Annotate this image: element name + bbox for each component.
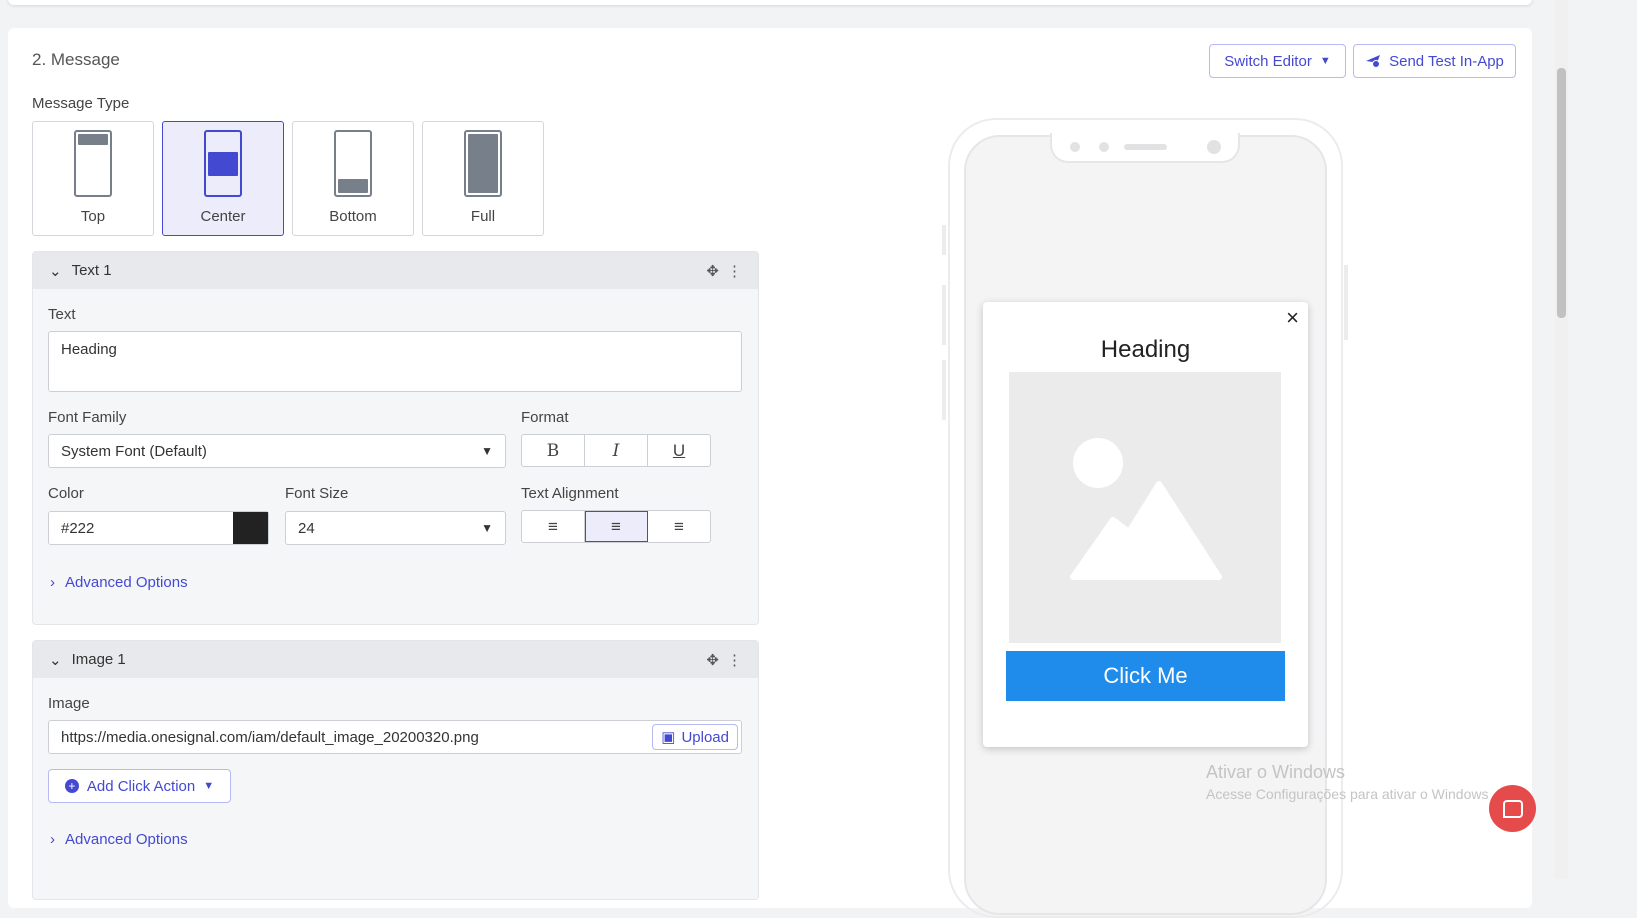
image-block-panel: ⌄ Image 1 ✥ ⋮ Image https://media.onesign… xyxy=(32,640,759,900)
volume-button xyxy=(942,225,946,255)
align-left-icon[interactable]: ≡ xyxy=(522,511,585,542)
message-type-full[interactable]: Full xyxy=(422,121,544,236)
image-block-header[interactable]: ⌄ Image 1 ✥ ⋮ xyxy=(33,641,758,678)
switch-editor-label: Switch Editor xyxy=(1224,52,1312,70)
front-camera-icon xyxy=(1207,140,1221,154)
image-url-input[interactable]: https://media.onesignal.com/iam/default_… xyxy=(48,720,742,754)
caret-down-icon: ▼ xyxy=(481,521,493,535)
message-type-center[interactable]: Center xyxy=(162,121,284,236)
font-size-label: Font Size xyxy=(285,485,349,502)
color-swatch[interactable] xyxy=(233,512,268,544)
format-label: Format xyxy=(521,409,569,426)
caret-down-icon: ▼ xyxy=(481,444,493,458)
bold-button[interactable]: B xyxy=(522,435,585,466)
option-label: Center xyxy=(200,208,246,225)
send-icon xyxy=(1366,55,1381,68)
caret-down-icon: ▼ xyxy=(203,780,215,792)
windows-watermark-subtitle: Acesse Configurações para ativar o Windo… xyxy=(1206,786,1489,802)
font-family-label: Font Family xyxy=(48,409,127,426)
close-icon[interactable]: × xyxy=(1286,305,1299,331)
advanced-label: Advanced Options xyxy=(65,831,188,848)
image-block-title: Image 1 xyxy=(71,651,126,668)
option-label: Full xyxy=(470,208,496,225)
upload-button[interactable]: ▣ Upload xyxy=(652,724,738,750)
in-app-message-preview: × Heading Click Me xyxy=(983,302,1308,747)
font-family-value: System Font (Default) xyxy=(61,442,207,460)
more-icon[interactable]: ⋮ xyxy=(727,262,742,280)
text-label: Text xyxy=(48,306,76,323)
chat-button[interactable] xyxy=(1489,785,1536,832)
upload-label: Upload xyxy=(681,728,729,746)
image-advanced-options[interactable]: › Advanced Options xyxy=(50,831,188,848)
text-block-header[interactable]: ⌄ Text 1 ✥ ⋮ xyxy=(33,252,758,289)
advanced-label: Advanced Options xyxy=(65,574,188,591)
windows-watermark-title: Ativar o Windows xyxy=(1206,762,1346,782)
font-family-select[interactable]: System Font (Default) ▼ xyxy=(48,434,506,468)
alignment-label: Text Alignment xyxy=(521,485,619,502)
layout-bottom-icon xyxy=(334,130,372,197)
font-size-select[interactable]: 24 ▼ xyxy=(285,511,506,545)
section-title: 2. Message xyxy=(32,50,120,69)
font-size-value: 24 xyxy=(298,519,315,537)
send-test-label: Send Test In-App xyxy=(1389,52,1504,70)
preview-click-me-button[interactable]: Click Me xyxy=(1006,651,1285,701)
message-type-top[interactable]: Top xyxy=(32,121,154,236)
speaker-icon xyxy=(1124,144,1167,150)
move-icon[interactable]: ✥ xyxy=(706,262,719,280)
chevron-down-icon[interactable]: ⌄ xyxy=(49,262,62,280)
message-type-bottom[interactable]: Bottom xyxy=(292,121,414,236)
option-label: Bottom xyxy=(329,208,377,225)
message-type-label: Message Type xyxy=(32,95,130,112)
chevron-down-icon[interactable]: ⌄ xyxy=(49,651,62,669)
image-url-value: https://media.onesignal.com/iam/default_… xyxy=(61,728,479,746)
scrollbar-thumb[interactable] xyxy=(1557,68,1566,318)
sensor-icon xyxy=(1099,142,1109,152)
chevron-right-icon: › xyxy=(50,831,55,848)
image-placeholder xyxy=(1009,372,1281,643)
layout-center-icon xyxy=(204,130,242,197)
upload-image-icon: ▣ xyxy=(661,729,676,746)
image-placeholder-icon xyxy=(1070,438,1222,580)
option-label: Top xyxy=(80,208,106,225)
underline-button[interactable]: U xyxy=(648,435,710,466)
align-right-icon[interactable]: ≡ xyxy=(648,511,710,542)
volume-button xyxy=(942,285,946,345)
message-type-options: Top Center Bottom Full xyxy=(32,121,544,236)
color-value: #222 xyxy=(61,519,95,537)
more-icon[interactable]: ⋮ xyxy=(727,651,742,669)
caret-down-icon: ▼ xyxy=(1319,55,1331,67)
align-center-icon[interactable]: ≡ xyxy=(585,511,648,542)
alignment-buttons: ≡ ≡ ≡ xyxy=(521,510,711,543)
volume-button xyxy=(942,360,946,420)
text-input[interactable]: Heading xyxy=(48,331,742,392)
image-label: Image xyxy=(48,695,90,712)
layout-full-icon xyxy=(464,130,502,197)
preview-heading: Heading xyxy=(1100,336,1191,363)
move-icon[interactable]: ✥ xyxy=(706,651,719,669)
power-button xyxy=(1344,265,1348,340)
camera-icon xyxy=(1070,142,1080,152)
send-test-button[interactable]: Send Test In-App xyxy=(1353,44,1516,78)
italic-button[interactable]: I xyxy=(585,435,648,466)
add-click-action-label: Add Click Action xyxy=(86,777,196,795)
layout-top-icon xyxy=(74,130,112,197)
color-label: Color xyxy=(48,485,84,502)
text-block-panel: ⌄ Text 1 ✥ ⋮ Text Heading Font Family Sys… xyxy=(32,251,759,625)
switch-editor-button[interactable]: Switch Editor ▼ xyxy=(1209,44,1346,78)
text-block-title: Text 1 xyxy=(71,262,112,279)
plus-circle-icon: + xyxy=(64,779,79,793)
chevron-right-icon: › xyxy=(50,574,55,591)
add-click-action-button[interactable]: + Add Click Action ▼ xyxy=(48,769,231,803)
text-advanced-options[interactable]: › Advanced Options xyxy=(50,574,188,591)
chat-icon xyxy=(1502,799,1523,818)
previous-section-card xyxy=(8,0,1532,5)
color-input[interactable]: #222 xyxy=(48,511,269,545)
format-buttons: B I U xyxy=(521,434,711,467)
